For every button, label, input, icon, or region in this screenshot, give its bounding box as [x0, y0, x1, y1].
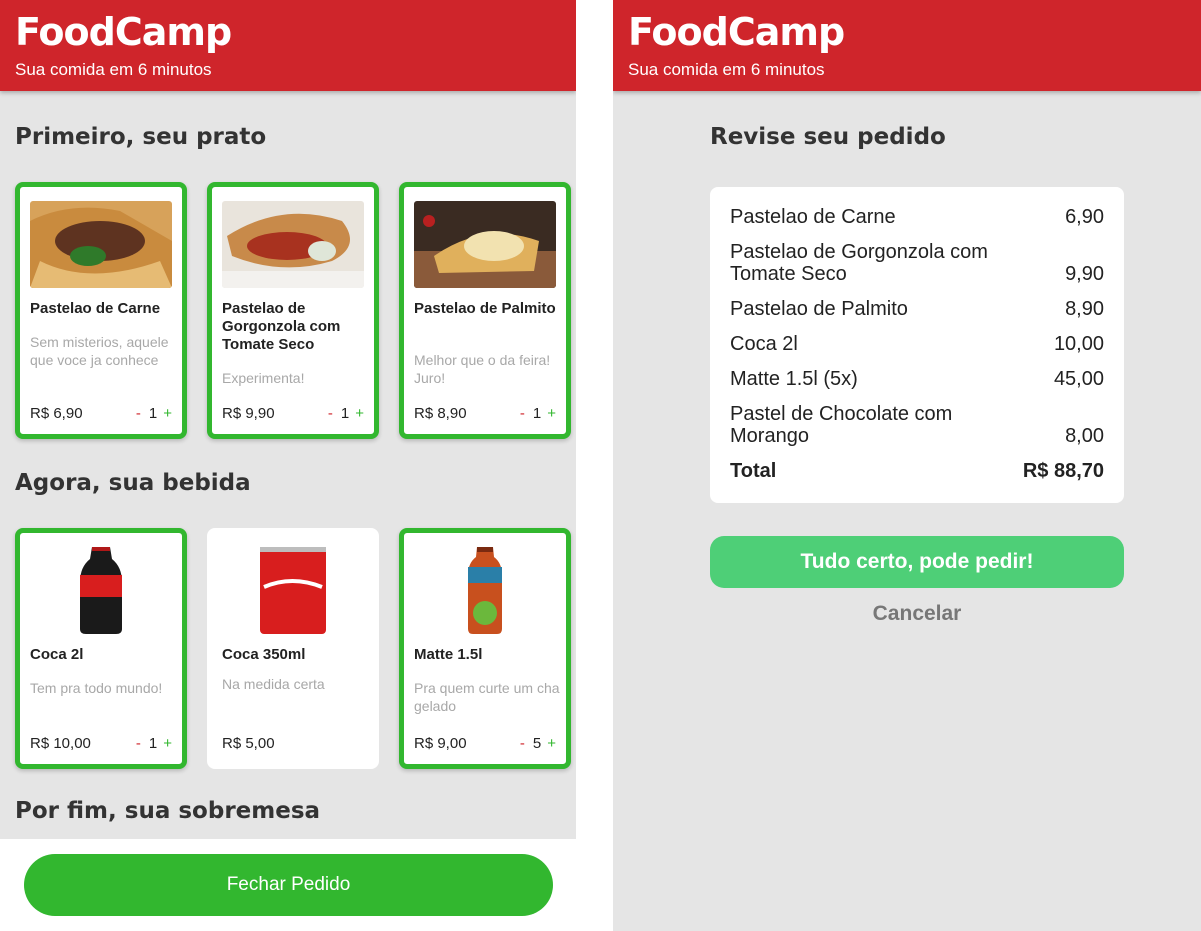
dish-price: R$ 8,90 [414, 405, 467, 422]
drink-name: Coca 350ml [222, 646, 306, 663]
dish-image [414, 201, 556, 288]
order-item-price: 6,90 [1065, 206, 1104, 228]
order-item-name: Pastel de Chocolate com Morango [730, 403, 953, 447]
drink-description: Pra quem curte um cha gelado [414, 680, 560, 714]
dish-image [222, 201, 364, 288]
increase-button[interactable]: + [355, 405, 364, 422]
increase-button[interactable]: + [547, 735, 556, 752]
drink-price: R$ 10,00 [30, 735, 91, 752]
dish-card[interactable]: Pastelao de Palmito Melhor que o da feir… [399, 182, 571, 439]
order-summary: Pastelao de Carne 6,90 Pastelao de Gorgo… [710, 187, 1124, 503]
order-item: Pastel de Chocolate com Morango 8,00 [730, 403, 1104, 447]
drink-name: Matte 1.5l [414, 646, 483, 663]
review-screen: FoodCamp Sua comida em 6 minutos Revise … [613, 0, 1201, 931]
order-item-name: Matte 1.5l (5x) [730, 368, 858, 390]
drink-card[interactable]: Coca 2l Tem pra todo mundo! R$ 10,00 -1 + [15, 528, 187, 769]
quantity-value: 5 [532, 735, 542, 752]
order-item: Pastelao de Palmito 8,90 [730, 298, 1104, 320]
decrease-button[interactable]: - [520, 735, 525, 752]
quantity-stepper: -1 + [136, 405, 172, 422]
order-item-name: Pastelao de Carne [730, 206, 896, 228]
dish-price: R$ 9,90 [222, 405, 275, 422]
section-title-dishes: Primeiro, seu prato [15, 124, 267, 150]
dish-description: Experimenta! [222, 370, 305, 386]
close-order-button[interactable]: Fechar Pedido [24, 854, 553, 916]
order-item-price: 10,00 [1053, 333, 1104, 355]
section-title-desserts: Por fim, sua sobremesa [15, 798, 321, 824]
order-item-name: Pastelao de Gorgonzola com Tomate Seco [730, 241, 988, 285]
cancel-button[interactable]: Cancelar [710, 602, 1124, 626]
divider [576, 0, 613, 931]
quantity-value: 1 [340, 405, 350, 422]
total-value: R$ 88,70 [1022, 460, 1104, 482]
decrease-button[interactable]: - [520, 405, 525, 422]
increase-button[interactable]: + [547, 405, 556, 422]
menu-screen: FoodCamp Sua comida em 6 minutos Primeir… [0, 0, 576, 931]
order-item-name: Pastelao de Palmito [730, 298, 908, 320]
dish-name: Pastelao de Palmito [414, 300, 556, 317]
decrease-button[interactable]: - [136, 735, 141, 752]
dish-name: Pastelao de Carne [30, 300, 161, 317]
dish-description: Melhor que o da feira! Juro! [414, 352, 551, 386]
order-item-price: 8,90 [1065, 298, 1104, 320]
brand-logo: FoodCamp [15, 10, 232, 54]
header-bar: FoodCamp Sua comida em 6 minutos [0, 0, 576, 91]
drink-image [30, 547, 172, 634]
quantity-stepper: -1 + [136, 735, 172, 752]
increase-button[interactable]: + [163, 735, 172, 752]
drink-name: Coca 2l [30, 646, 84, 663]
page-title: Revise seu pedido [710, 124, 946, 150]
drink-description: Tem pra todo mundo! [30, 680, 163, 696]
dish-card[interactable]: Pastelao de Gorgonzola com Tomate Seco E… [207, 182, 379, 439]
drink-card[interactable]: Coca 350ml Na medida certa R$ 5,00 [207, 528, 379, 769]
dish-price: R$ 6,90 [30, 405, 83, 422]
order-item-price: 9,90 [1065, 263, 1104, 285]
confirm-order-button[interactable]: Tudo certo, pode pedir! [710, 536, 1124, 588]
order-item-name: Coca 2l [730, 333, 798, 355]
order-item: Pastelao de Gorgonzola com Tomate Seco 9… [730, 241, 1104, 285]
tagline: Sua comida em 6 minutos [15, 60, 212, 79]
order-item-price: 45,00 [1053, 368, 1104, 390]
dish-description: Sem misterios, aquele que voce ja conhec… [30, 334, 169, 368]
quantity-value: 1 [148, 735, 158, 752]
drink-price: R$ 5,00 [222, 735, 275, 752]
tagline: Sua comida em 6 minutos [628, 60, 825, 79]
order-item: Pastelao de Carne 6,90 [730, 206, 1104, 228]
section-title-drinks: Agora, sua bebida [15, 470, 251, 496]
quantity-stepper: -5 + [520, 735, 556, 752]
order-item-price: 8,00 [1065, 425, 1104, 447]
footer-bar: Fechar Pedido [0, 839, 576, 931]
drink-description: Na medida certa [222, 676, 325, 692]
header-bar: FoodCamp Sua comida em 6 minutos [613, 0, 1201, 91]
total-label: Total [730, 460, 777, 482]
quantity-stepper: -1 + [328, 405, 364, 422]
order-item: Coca 2l 10,00 [730, 333, 1104, 355]
drink-card[interactable]: Matte 1.5l Pra quem curte um cha gelado … [399, 528, 571, 769]
order-item: Matte 1.5l (5x) 45,00 [730, 368, 1104, 390]
quantity-value: 1 [148, 405, 158, 422]
dish-card[interactable]: Pastelao de Carne Sem misterios, aquele … [15, 182, 187, 439]
dish-image [30, 201, 172, 288]
decrease-button[interactable]: - [328, 405, 333, 422]
quantity-value: 1 [532, 405, 542, 422]
increase-button[interactable]: + [163, 405, 172, 422]
drink-image [222, 547, 364, 634]
dish-name: Pastelao de Gorgonzola com Tomate Seco [222, 300, 341, 353]
decrease-button[interactable]: - [136, 405, 141, 422]
order-total: Total R$ 88,70 [730, 460, 1104, 482]
drink-price: R$ 9,00 [414, 735, 467, 752]
brand-logo: FoodCamp [628, 10, 845, 54]
drink-image [414, 547, 556, 634]
quantity-stepper: -1 + [520, 405, 556, 422]
